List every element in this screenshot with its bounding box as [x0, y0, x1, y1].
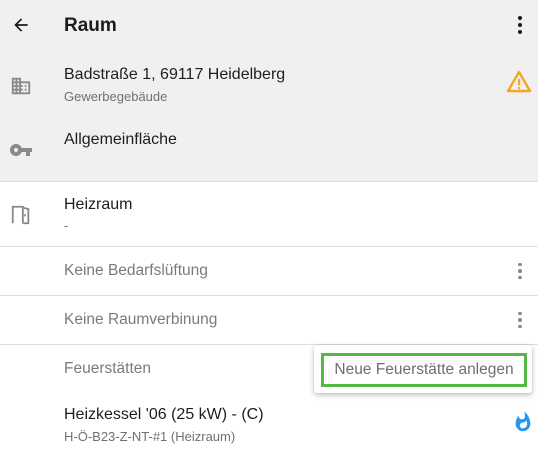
fireplaces-label: Feuerstätten — [64, 360, 152, 377]
area-row[interactable]: Allgemeinfläche — [0, 118, 538, 180]
room-row[interactable]: Heizraum - — [0, 182, 538, 246]
fireplace-popup-menu: Neue Feuerstätte anlegen — [314, 345, 532, 393]
ventilation-menu-button[interactable] — [508, 258, 532, 284]
address-line: Badstraße 1, 69117 Heidelberg — [64, 66, 286, 83]
room-name: Heizraum — [64, 196, 133, 213]
boiler-row[interactable]: Heizkessel '06 (25 kW) - (C) H-Ö-B23-Z-N… — [0, 394, 538, 455]
building-type: Gewerbegebäude — [64, 89, 168, 104]
flame-icon — [512, 411, 534, 433]
boiler-subtitle: H-Ö-B23-Z-NT-#1 (Heizraum) — [64, 429, 236, 444]
door-icon — [9, 203, 33, 227]
page-title: Raum — [64, 15, 117, 36]
app-bar: Raum — [0, 0, 538, 52]
new-fireplace-menu-item[interactable]: Neue Feuerstätte anlegen — [321, 353, 527, 387]
more-vert-icon — [518, 311, 522, 316]
warning-triangle-icon[interactable] — [506, 70, 532, 94]
ventilation-row[interactable]: Keine Bedarfslüftung — [0, 247, 538, 295]
building-icon — [9, 74, 33, 98]
address-row[interactable]: Badstraße 1, 69117 Heidelberg Gewerbegeb… — [0, 52, 538, 116]
area-label: Allgemeinfläche — [64, 131, 177, 148]
boiler-title: Heizkessel '06 (25 kW) - (C) — [64, 406, 264, 423]
key-icon — [9, 138, 33, 162]
more-menu-button[interactable] — [508, 12, 532, 38]
room-subtitle: - — [64, 218, 69, 233]
connection-menu-button[interactable] — [508, 307, 532, 333]
connection-label: Keine Raumverbinung — [64, 311, 218, 328]
more-vert-icon — [518, 262, 522, 267]
ventilation-label: Keine Bedarfslüftung — [64, 262, 208, 279]
more-vert-icon — [518, 16, 522, 20]
back-button[interactable] — [8, 12, 34, 38]
connection-row[interactable]: Keine Raumverbinung — [0, 296, 538, 344]
arrow-back-icon — [14, 18, 28, 32]
